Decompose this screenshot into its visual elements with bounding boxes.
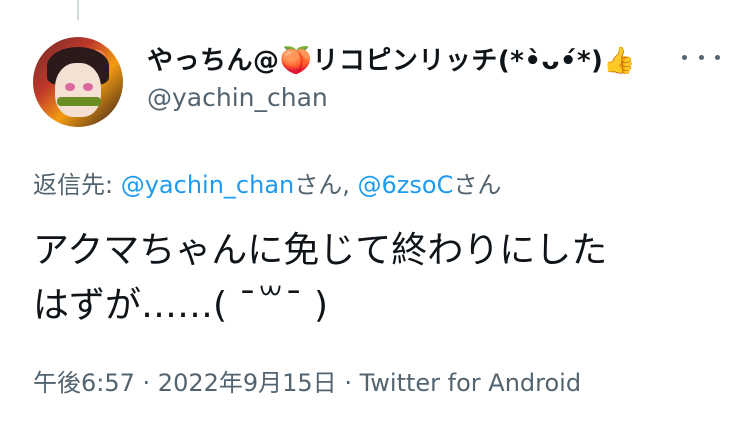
reply-to-line: 返信先: @yachin_chanさん, @6zsoCさん xyxy=(33,165,501,200)
tweet-text: アクマちゃんに免じて終わりにした はずが……( ˉ꒳ˉ ) xyxy=(33,230,608,326)
tweet-date[interactable]: 2022年9月15日 xyxy=(158,369,337,397)
reply-honorific: さん xyxy=(453,171,502,199)
meta-separator: · xyxy=(336,369,360,397)
reply-separator: , xyxy=(342,171,358,199)
dot xyxy=(698,54,704,60)
tweet-metadata: 午後6:57 · 2022年9月15日 · Twitter for Androi… xyxy=(33,363,581,398)
reply-mention-link[interactable]: @6zsoC xyxy=(358,171,454,199)
tweet-time[interactable]: 午後6:57 xyxy=(33,369,135,397)
avatar-eye-right xyxy=(83,83,93,91)
thread-line xyxy=(77,0,79,20)
dot xyxy=(715,54,720,60)
avatar-eye-left xyxy=(65,83,75,91)
avatar[interactable] xyxy=(33,37,123,127)
tweet-source[interactable]: Twitter for Android xyxy=(360,369,581,397)
reply-mention-link[interactable]: @yachin_chan xyxy=(121,171,295,199)
user-handle[interactable]: @yachin_chan xyxy=(147,83,328,112)
more-dots-icon[interactable] xyxy=(682,45,720,69)
display-name[interactable]: やっちん@🍑リコピンリッチ(*•̀ᴗ•́*)👍 xyxy=(147,40,636,77)
avatar-face xyxy=(55,63,101,117)
dot xyxy=(682,54,687,60)
reply-honorific: さん xyxy=(294,171,343,199)
reply-prefix: 返信先: xyxy=(33,171,121,199)
meta-separator: · xyxy=(134,369,158,397)
avatar-bamboo xyxy=(57,97,101,106)
